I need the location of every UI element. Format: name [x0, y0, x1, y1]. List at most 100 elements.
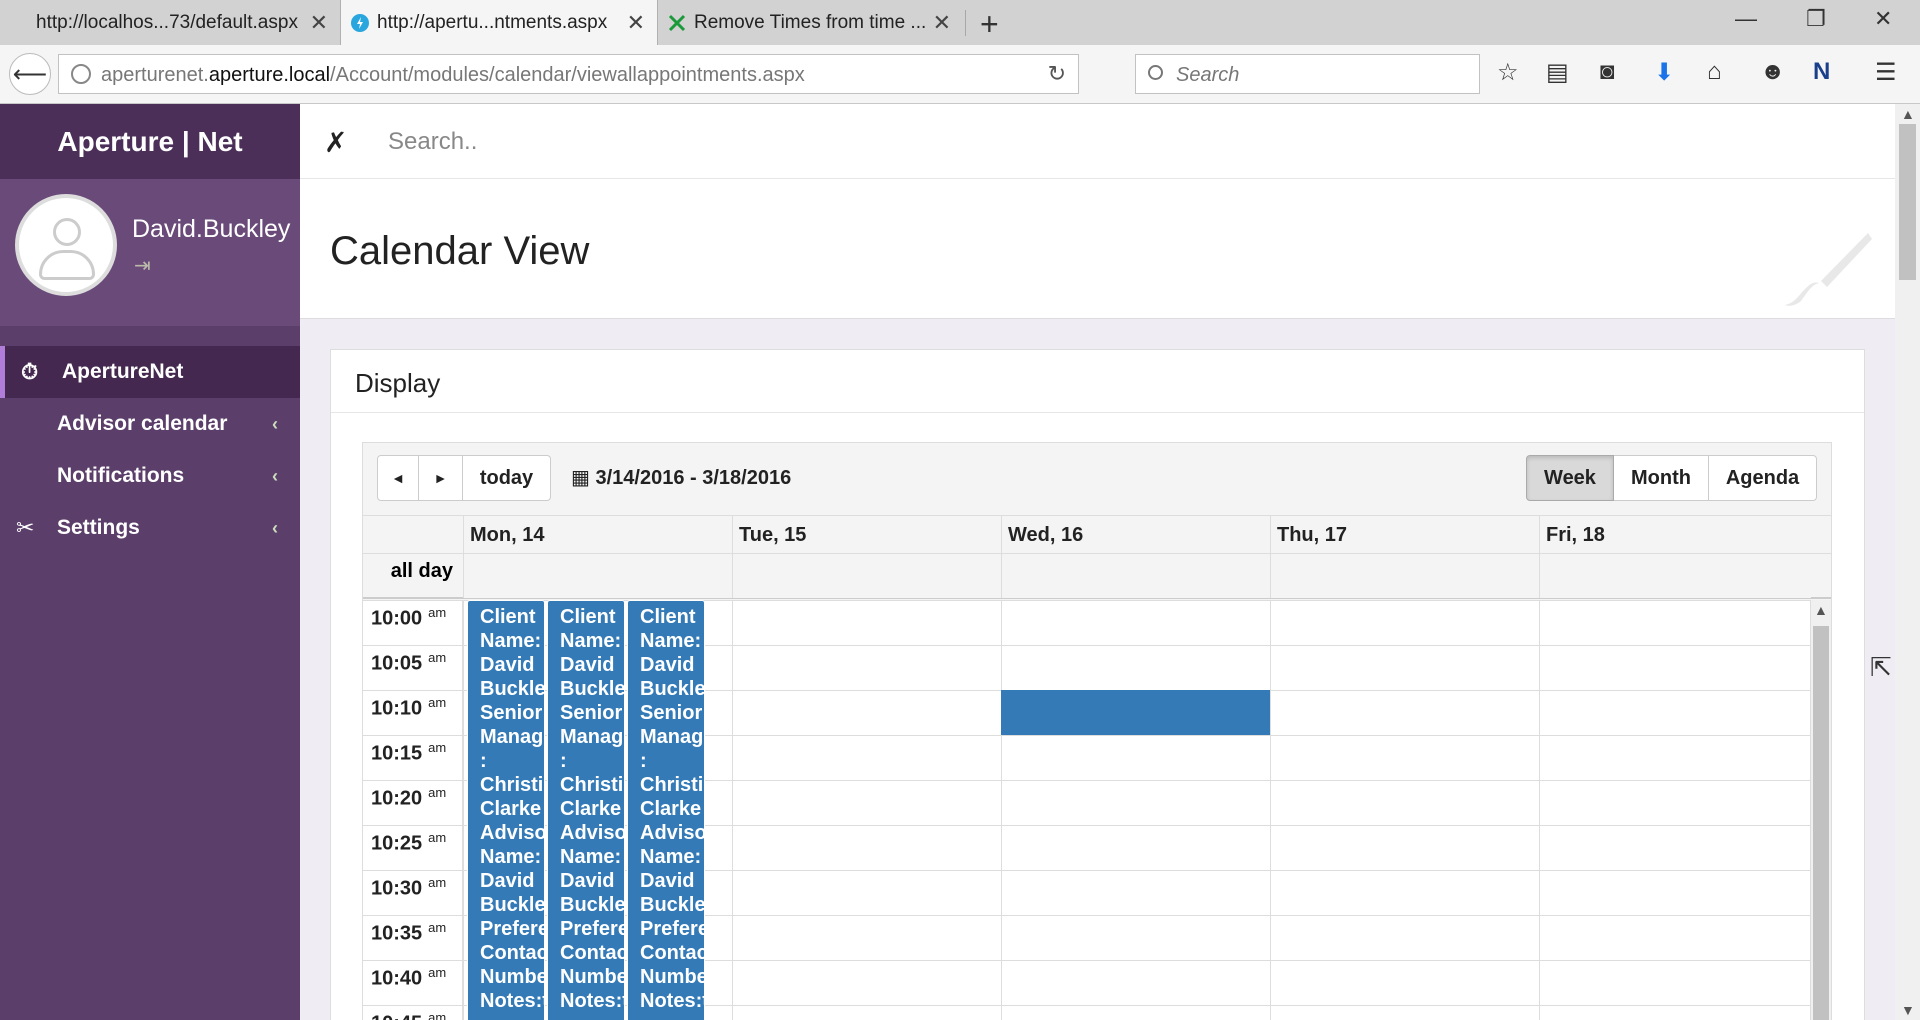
tab-title: Remove Times from time ...	[694, 11, 927, 33]
day-header-row: Mon, 14 Tue, 15 Wed, 16 Thu, 17 Fri, 18	[363, 515, 1831, 554]
new-tab-icon[interactable]: +	[980, 6, 999, 43]
time-label: 10:00 am	[371, 605, 447, 630]
appointment-event[interactable]: Client Name: David Buckle Senior Manag: Christ…	[467, 600, 545, 1020]
selected-time-block[interactable]	[1001, 690, 1270, 735]
avatar	[15, 194, 117, 296]
close-icon[interactable]: ✕	[933, 10, 951, 36]
date-range: ▦ 3/14/2016 - 3/18/2016	[571, 465, 791, 490]
search-icon	[1148, 65, 1163, 80]
url-prefix: aperturenet.	[101, 64, 209, 86]
sidebar-item-aperturenet[interactable]: ⏱ ApertureNet	[0, 346, 300, 398]
url-text: aperturenet.aperture.local/Account/modul…	[101, 64, 805, 87]
scroll-up-icon[interactable]: ▲	[1814, 602, 1828, 618]
reload-icon[interactable]: ↻	[1048, 61, 1066, 87]
brand-logo[interactable]: Aperture | Net	[0, 104, 300, 179]
sidebar-item-notifications[interactable]: Notifications ‹	[0, 450, 300, 502]
calendar-scrollbar[interactable]: ▲	[1811, 600, 1831, 1020]
minimize-icon[interactable]: —	[1735, 6, 1757, 32]
tab-title: http://localhos...73/default.aspx	[36, 11, 298, 33]
sidebar-item-advisor-calendar[interactable]: Advisor calendar ‹	[0, 398, 300, 450]
time-label: 10:10 am	[371, 695, 447, 720]
view-button-group: Week Month Agenda	[1526, 455, 1817, 501]
all-day-label: all day	[390, 560, 453, 582]
day-header: Tue, 15	[732, 516, 1001, 554]
chat-icon[interactable]: ☻	[1760, 58, 1785, 86]
home-icon[interactable]: ⌂	[1707, 58, 1722, 86]
time-label: 10:15 am	[371, 740, 447, 765]
prev-button[interactable]: ◄	[377, 455, 419, 501]
tools-icon[interactable]: ✗	[324, 126, 347, 159]
username: David.Buckley	[132, 215, 291, 243]
time-label: 10:05 am	[371, 650, 447, 675]
sidebar-item-settings[interactable]: ✂ Settings ‹	[0, 502, 300, 554]
page-scrollbar[interactable]: ▲ ▼	[1895, 104, 1920, 1020]
sign-out-icon[interactable]: ⇥	[134, 253, 151, 278]
chevron-left-icon: ‹	[272, 465, 278, 486]
content-area: Display ◄ ► today ▦ 3/14/2016 - 3/18/201…	[300, 319, 1895, 1020]
time-label: 10:45am	[371, 1010, 447, 1020]
browser-search-input[interactable]: Search	[1135, 54, 1480, 94]
sidebar-item-label: Settings	[57, 516, 140, 539]
month-view-button[interactable]: Month	[1614, 455, 1709, 501]
date-range-text: 3/14/2016 - 3/18/2016	[595, 467, 792, 489]
all-day-cell[interactable]	[1270, 554, 1539, 598]
menu-icon[interactable]: ☰	[1875, 58, 1897, 87]
page-title: Calendar View	[330, 229, 590, 273]
bookmark-star-icon[interactable]: ☆	[1497, 58, 1519, 87]
time-label: 10:25 am	[371, 830, 447, 855]
scroll-thumb[interactable]	[1899, 124, 1916, 280]
top-bar: ✗ Search..	[300, 104, 1895, 179]
browser-tab-2[interactable]: http://apertu...ntments.aspx ✕	[340, 0, 658, 45]
site-info-icon[interactable]	[71, 64, 91, 84]
browser-tab-3[interactable]: Remove Times from time ... ✕	[658, 0, 963, 45]
download-icon[interactable]: ⬇	[1654, 58, 1674, 87]
sidebar-item-label: ApertureNet	[62, 360, 184, 383]
search-placeholder: Search	[1176, 64, 1240, 86]
time-label: 10:40 am	[371, 965, 447, 990]
panel-title: Display	[355, 368, 441, 398]
next-button[interactable]: ►	[419, 455, 463, 501]
display-panel: Display ◄ ► today ▦ 3/14/2016 - 3/18/201…	[330, 349, 1865, 1020]
browser-tab-1[interactable]: http://localhos...73/default.aspx ✕	[0, 0, 340, 45]
nav-button-group: ◄ ► today	[377, 455, 551, 501]
day-header: Mon, 14	[463, 516, 732, 554]
search-input[interactable]: Search..	[388, 128, 477, 156]
time-label: 10:30 am	[371, 875, 447, 900]
sidebar-item-label: Notifications	[57, 464, 185, 487]
scroll-thumb[interactable]	[1813, 626, 1829, 1020]
today-button[interactable]: today	[463, 455, 551, 501]
mouse-cursor-icon: ⇱	[1870, 652, 1892, 682]
all-day-cell[interactable]	[732, 554, 1001, 598]
time-label: 10:20 am	[371, 785, 447, 810]
appointment-event[interactable]: Client Name: David Buckle Senior Manag: Christ…	[627, 600, 705, 1020]
all-day-cell[interactable]	[1001, 554, 1270, 598]
scroll-up-icon[interactable]: ▲	[1901, 106, 1915, 122]
week-view-button[interactable]: Week	[1526, 455, 1614, 501]
close-icon[interactable]: ✕	[310, 10, 328, 36]
favicon-icon	[668, 14, 686, 32]
url-domain: aperture.local	[208, 64, 331, 86]
all-day-cell[interactable]	[1539, 554, 1811, 598]
time-label: 10:35 am	[371, 920, 447, 945]
tools-icon: ✂	[16, 515, 35, 540]
close-icon[interactable]: ✕	[627, 10, 645, 36]
url-bar[interactable]: aperturenet.aperture.local/Account/modul…	[58, 54, 1079, 94]
scroll-down-icon[interactable]: ▼	[1901, 1002, 1915, 1018]
time-grid: 10:00 am 10:05 am 10:10 am 10:15 am 10:20 am 10:25…	[363, 600, 1811, 1020]
calendar-icon: ▦	[571, 467, 590, 489]
extension-n-icon[interactable]: N	[1813, 58, 1830, 86]
tab-title: http://apertu...ntments.aspx	[377, 11, 608, 33]
reading-list-icon[interactable]: ▤	[1546, 58, 1569, 87]
window-close-icon[interactable]: ✕	[1874, 6, 1892, 32]
all-day-cell[interactable]	[463, 554, 732, 598]
restore-icon[interactable]: ❐	[1806, 6, 1826, 32]
pocket-icon[interactable]: ◙	[1600, 58, 1615, 86]
sidebar: Aperture | Net David.Buckley ⇥ ⏱ Apertur…	[0, 104, 300, 1020]
browser-tab-bar: http://localhos...73/default.aspx ✕ http…	[0, 0, 1920, 45]
paintbrush-icon	[1785, 233, 1872, 306]
chevron-left-icon: ‹	[272, 517, 278, 538]
back-arrow-icon[interactable]: ⟵	[9, 53, 51, 95]
agenda-view-button[interactable]: Agenda	[1709, 455, 1817, 501]
calendar: ◄ ► today ▦ 3/14/2016 - 3/18/2016 Week M…	[362, 442, 1832, 1020]
appointment-event[interactable]: Client Name: David Buckle Senior Manag: Christ…	[547, 600, 625, 1020]
